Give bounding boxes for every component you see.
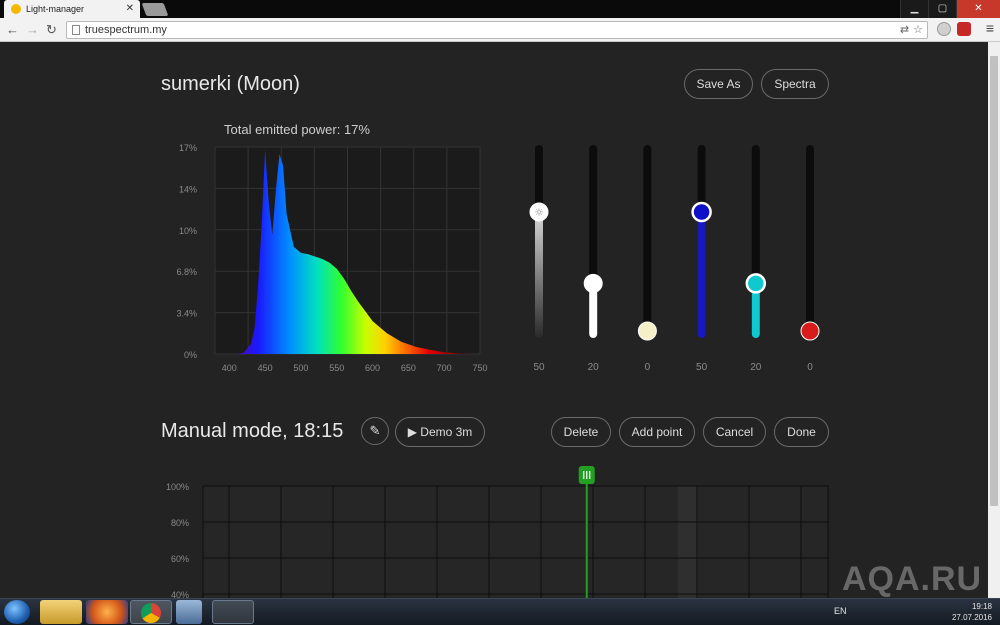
timeline-highlight [678,486,698,598]
tab-title: Light-manager [26,4,85,14]
clock-date: 27.07.2016 [951,613,992,622]
channel-slider[interactable]: 20 [745,145,767,373]
bookmark-star-icon[interactable]: ☆ [913,23,923,36]
timeline-y-label: 80% [171,518,189,528]
browser-tab-bar: Light-manager ✕ ▁ ▢ ✕ [0,0,1000,18]
reload-icon[interactable]: ↻ [46,22,57,38]
total-power-label: Total emitted power: 17% [224,122,370,137]
slider-fill [535,211,543,338]
y-tick-label: 3.4% [176,309,197,319]
channel-value: 20 [750,362,762,373]
channel-value: 50 [696,362,708,373]
y-tick-label: 0% [184,350,197,360]
language-indicator[interactable]: EN [834,606,847,616]
slider-fill [697,211,706,338]
clock[interactable]: 19:18 27.07.2016 [952,601,992,623]
spectrum-chart: 17% 14% 10% 6.8% 3.4% 0% 400 450 500 550 600 650 700… [176,143,487,373]
channel-slider[interactable]: 50 [691,145,712,373]
favicon-icon [11,4,21,14]
demo-button[interactable]: ▶ Demo 3m [395,417,485,447]
url-text: truespectrum.my [85,24,167,36]
close-tab-icon[interactable]: ✕ [126,3,134,14]
x-tick-label: 450 [258,363,273,373]
start-button-icon[interactable] [4,600,30,624]
x-tick-label: 500 [293,363,308,373]
minimize-icon[interactable]: ▁ [900,0,928,18]
x-tick-label: 600 [365,363,380,373]
firefox-icon[interactable] [86,600,128,624]
watermark: AQA.RU [842,560,983,598]
add-point-button[interactable]: Add point [619,417,695,447]
window-controls: ▁ ▢ ✕ [900,0,1000,18]
channel-sliders: ☼ 50 20 0 50 20 0 [529,145,820,373]
maximize-icon[interactable]: ▢ [928,0,956,18]
explorer-icon[interactable] [40,600,82,624]
mode-title: Manual mode, 18:15 [161,420,344,442]
channel-value: 0 [645,362,651,373]
play-icon: ▶ [407,425,417,439]
x-tick-label: 650 [401,363,416,373]
spectra-button[interactable]: Spectra [761,69,829,99]
slider-track [643,145,652,338]
scrollbar-thumb[interactable] [990,56,998,506]
calculator-icon[interactable] [176,600,202,624]
timeline-y-label: 60% [171,554,189,564]
done-button[interactable]: Done [774,417,829,447]
address-bar[interactable]: truespectrum.my ⇄ ☆ [66,21,928,39]
y-tick-label: 6.8% [176,267,197,277]
timeline-y-label: 40% [171,590,189,598]
timeline-area [203,486,828,598]
window-close-icon[interactable]: ✕ [956,0,1000,18]
slider-knob[interactable] [691,201,712,223]
clock-time: 19:18 [971,602,992,611]
page-scrollbar[interactable] [988,42,1000,598]
omnibox-icons: ⇄ ☆ [900,23,923,36]
browser-tab[interactable]: Light-manager ✕ [4,0,140,18]
channel-slider[interactable]: ☼ 50 [529,145,549,373]
paint-icon[interactable] [212,600,254,624]
delete-button[interactable]: Delete [551,417,611,447]
browser-toolbar: ← → ↻ truespectrum.my ⇄ ☆ ≡ [0,18,1000,42]
x-tick-label: 750 [472,363,487,373]
app-viewport: sumerki (Moon) Save As Spectra Total emi… [0,42,988,598]
y-tick-label: 10% [179,226,197,236]
y-tick-label: 14% [179,184,197,194]
translate-icon[interactable]: ⇄ [900,23,909,36]
slider-track [806,145,814,338]
channel-value: 50 [533,362,545,373]
new-tab-button[interactable] [141,3,169,16]
channel-value: 20 [588,362,600,373]
timeline-y-label: 100% [166,482,189,492]
channel-slider[interactable]: 0 [637,145,657,373]
forward-arrow-icon[interactable]: → [26,22,39,37]
channel-slider[interactable]: 20 [583,145,603,373]
timeline-graph[interactable]: 100% 80% 60% 40% [160,466,840,598]
demo-label: Demo 3m [420,425,473,439]
sun-icon: ☼ [534,206,544,219]
browser-menu-icon[interactable]: ≡ [986,20,994,36]
edit-pencil-icon[interactable]: ✎ [361,417,389,445]
chrome-icon[interactable] [130,600,172,624]
cancel-button[interactable]: Cancel [703,417,766,447]
y-tick-label: 17% [179,143,197,153]
save-as-button[interactable]: Save As [684,69,753,99]
x-tick-label: 700 [437,363,452,373]
chrome-logo [141,603,161,623]
channel-slider[interactable]: 0 [800,145,820,373]
slider-knob[interactable] [800,321,820,341]
channel-value: 0 [807,362,813,373]
windows-taskbar: EN 19:18 27.07.2016 [0,598,1000,625]
preset-title: sumerki (Moon) [161,73,300,95]
extension-icon[interactable] [937,22,951,36]
slider-knob[interactable] [637,321,657,341]
slider-knob[interactable] [745,273,767,294]
page-icon [72,25,80,35]
ublock-icon[interactable] [957,22,971,36]
back-arrow-icon[interactable]: ← [6,22,19,37]
x-tick-label: 550 [329,363,344,373]
slider-knob[interactable] [583,273,603,293]
x-tick-label: 400 [222,363,237,373]
